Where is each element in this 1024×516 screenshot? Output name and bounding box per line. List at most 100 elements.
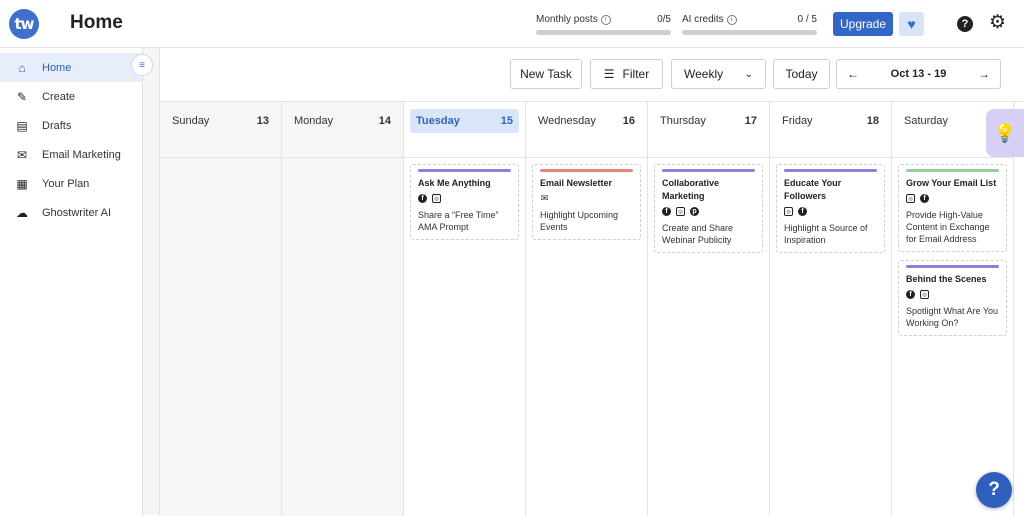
sidebar-item-create[interactable]: ✎ Create [0, 82, 142, 111]
task-card[interactable]: Email Newsletter ✉ Highlight Upcoming Even… [532, 164, 641, 240]
day-name: Sunday [172, 115, 210, 127]
day-column[interactable]: Wednesday 16 Email Newsletter ✉ Highlight Up… [526, 102, 648, 516]
sidebar-item-email-marketing[interactable]: ✉ Email Marketing [0, 140, 142, 169]
arrow-left-icon[interactable]: ← [847, 67, 859, 81]
day-column[interactable]: Saturday Grow Your Email List ◎ f Provide Hi… [892, 102, 1014, 516]
task-description: Highlight Upcoming Events [540, 210, 619, 232]
date-range-label: Oct 13 - 19 [890, 68, 947, 80]
task-channels: f ◎ [906, 289, 999, 300]
instagram-icon: ◎ [920, 290, 929, 299]
day-number: 15 [500, 115, 513, 127]
view-select-value: Weekly [684, 67, 724, 81]
task-color-stripe [906, 169, 999, 172]
task-description: Create and Share Webinar Publicity [662, 223, 734, 245]
task-color-stripe [906, 265, 999, 268]
chevron-down-icon: ⌄ [744, 68, 753, 80]
facebook-icon: f [906, 290, 915, 299]
today-button[interactable]: Today [773, 59, 830, 89]
heart-icon[interactable]: ♥ [899, 12, 924, 36]
instagram-icon: ◎ [432, 194, 441, 203]
task-card[interactable]: Behind the Scenes f ◎ Spotlight What Are Yo… [898, 260, 1007, 336]
sidebar-item-label: Email Marketing [42, 148, 121, 161]
ai-credits-meter: AI credits i 0 / 5 [682, 14, 817, 35]
filter-button[interactable]: ☰ Filter [590, 59, 663, 89]
sidebar-item-drafts[interactable]: ▤ Drafts [0, 111, 142, 140]
home-icon: ⌂ [18, 60, 26, 75]
monthly-posts-count: 0/5 [657, 14, 671, 25]
day-header: Sunday 13 [160, 102, 281, 158]
drafts-icon: ▤ [16, 118, 28, 133]
ai-credits-count: 0 / 5 [797, 14, 817, 25]
day-column[interactable]: Monday 14 [282, 102, 404, 516]
task-color-stripe [784, 169, 877, 172]
arrow-right-icon[interactable]: → [978, 67, 990, 81]
brush-icon: ✎ [16, 89, 28, 104]
page-title: Home [70, 12, 123, 33]
day-name: Monday [294, 115, 334, 127]
facebook-icon: f [662, 207, 671, 216]
new-task-button[interactable]: New Task [510, 59, 582, 89]
day-column[interactable]: Friday 18 Educate Your Followers ◎ f Highligh… [770, 102, 892, 516]
gear-icon[interactable]: ⚙ [989, 13, 1006, 33]
pinterest-icon: p [690, 207, 699, 216]
task-description: Provide High-Value Content in Exchange f… [906, 210, 990, 244]
sidebar-item-label: Home [42, 61, 72, 74]
task-card[interactable]: Educate Your Followers ◎ f Highlight a Sour… [776, 164, 885, 253]
day-column[interactable]: Sunday 13 [160, 102, 282, 516]
day-column[interactable]: Thursday 17 Collaborative Marketing f ◎ p Crea… [648, 102, 770, 516]
email-icon: ✉ [540, 193, 549, 203]
task-card[interactable]: Grow Your Email List ◎ f Provide High-Value… [898, 164, 1007, 252]
question-icon[interactable]: ? [957, 16, 973, 32]
task-description: Share a “Free Time” AMA Prompt [418, 210, 499, 232]
facebook-icon: f [418, 194, 427, 203]
task-color-stripe [662, 169, 755, 172]
help-button[interactable]: ? [976, 472, 1012, 508]
day-number: 14 [378, 115, 391, 127]
task-channels: ✉ [540, 193, 633, 204]
task-title: Ask Me Anything [418, 178, 491, 188]
task-title: Educate Your Followers [784, 178, 842, 201]
task-channels: ◎ f [906, 193, 999, 204]
view-select[interactable]: Weekly ⌄ [671, 59, 766, 89]
instagram-icon: ◎ [784, 207, 793, 216]
task-card[interactable]: Collaborative Marketing f ◎ p Create and Sha… [654, 164, 763, 253]
instagram-icon: ◎ [676, 207, 685, 216]
info-icon[interactable]: i [600, 14, 611, 25]
day-header: Wednesday 16 [526, 102, 647, 158]
day-header: Friday 18 [770, 102, 891, 158]
email-icon: ✉ [16, 147, 28, 162]
sidebar: ⌂ Home ✎ Create ▤ Drafts ✉ Email Marketing ▦ Your… [0, 48, 143, 515]
task-description: Spotlight What Are You Working On? [906, 306, 999, 328]
day-column[interactable]: Tuesday 15 Ask Me Anything f ◎ Share a “Free … [404, 102, 526, 516]
day-name: Thursday [660, 115, 706, 127]
date-range-nav: ← Oct 13 - 19 → [836, 59, 1001, 89]
day-name: Tuesday [416, 115, 460, 127]
sidebar-item-label: Your Plan [42, 177, 90, 190]
task-description: Highlight a Source of Inspiration [784, 223, 868, 245]
day-name: Wednesday [538, 115, 596, 127]
collapse-sidebar-icon[interactable]: ≡ [131, 54, 153, 76]
task-card[interactable]: Ask Me Anything f ◎ Share a “Free Time” AMA… [410, 164, 519, 240]
info-icon[interactable]: i [726, 14, 737, 25]
calendar: New Task ☰ Filter Weekly ⌄ Today ← Oct 1… [159, 48, 1024, 516]
task-color-stripe [418, 169, 511, 172]
sidebar-item-ghostwriter-ai[interactable]: ☁ Ghostwriter AI [0, 198, 142, 227]
day-number: 13 [256, 115, 269, 127]
lightbulb-icon[interactable]: 💡 [986, 109, 1024, 157]
task-color-stripe [540, 169, 633, 172]
sidebar-item-your-plan[interactable]: ▦ Your Plan [0, 169, 142, 198]
ghost-icon: ☁ [16, 205, 28, 220]
day-header: Thursday 17 [648, 102, 769, 158]
sidebar-item-label: Drafts [42, 119, 72, 132]
sidebar-item-label: Create [42, 90, 76, 103]
app-logo[interactable]: tw [9, 9, 39, 39]
day-name: Friday [782, 115, 813, 127]
sidebar-item-home[interactable]: ⌂ Home [0, 53, 142, 82]
ai-credits-label: AI credits [682, 14, 724, 25]
monthly-posts-meter: Monthly posts i 0/5 [536, 14, 671, 35]
filter-label: Filter [622, 67, 650, 81]
upgrade-button[interactable]: Upgrade [833, 12, 893, 36]
monthly-posts-progress [536, 30, 671, 35]
calendar-icon: ▦ [16, 176, 28, 191]
day-number: 18 [866, 115, 879, 127]
